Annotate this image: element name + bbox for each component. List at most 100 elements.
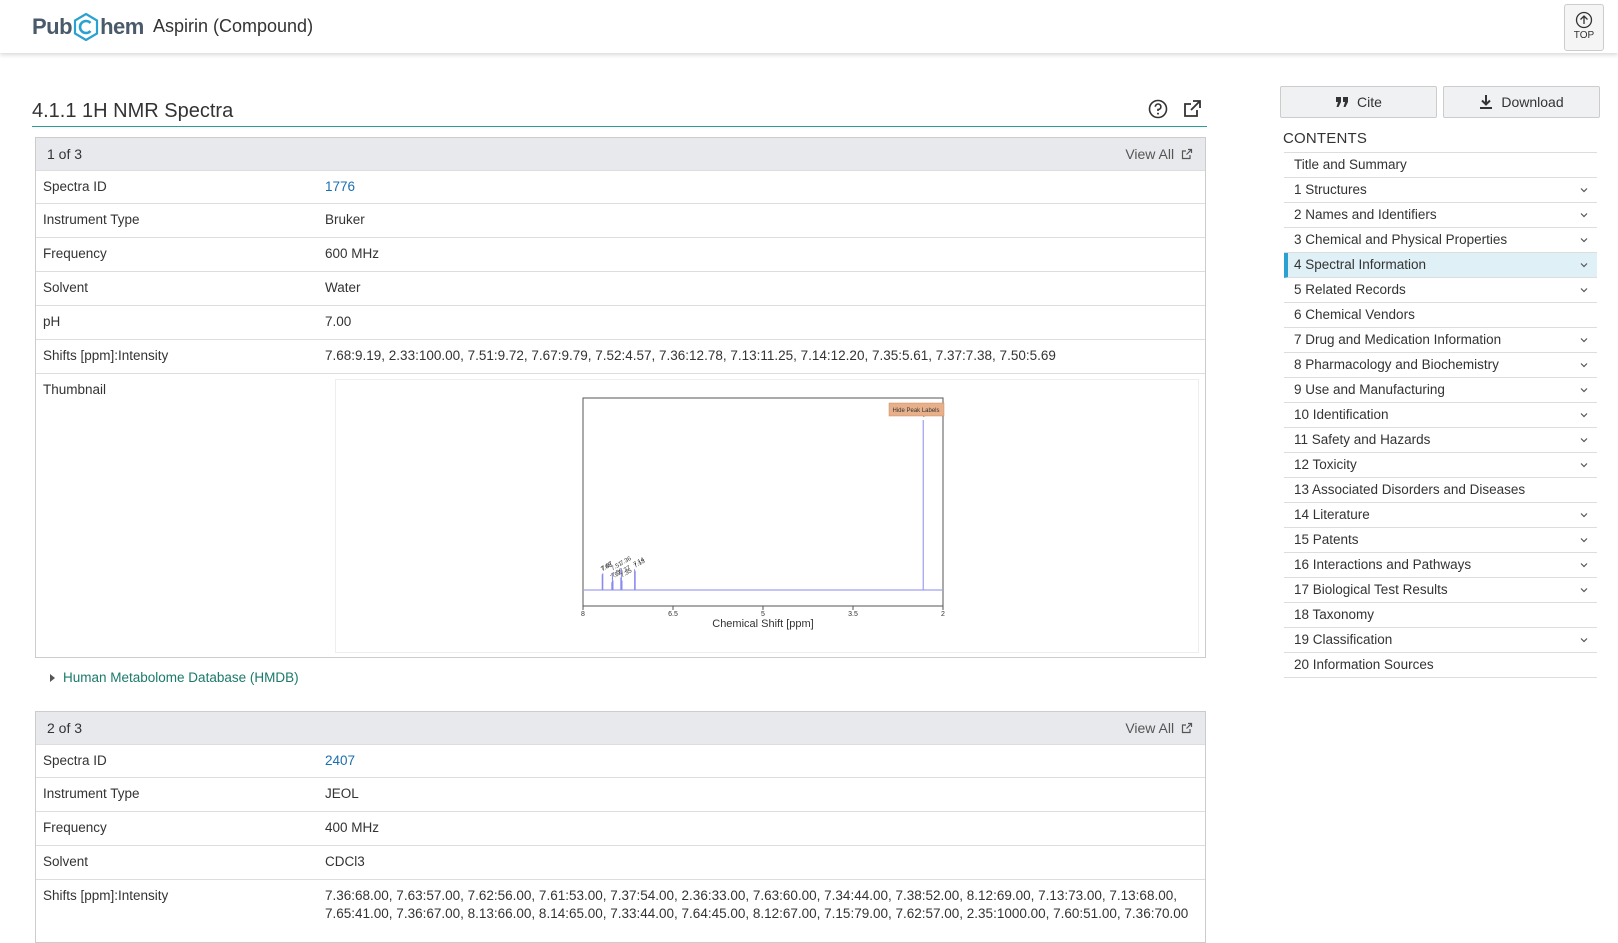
spectra-id-link[interactable]: 1776: [325, 179, 355, 194]
row-key: Instrument Type: [43, 212, 140, 227]
record-header: 2 of 3 View All: [36, 712, 1205, 744]
toc-item[interactable]: 14 Literature: [1284, 503, 1597, 528]
toc-item-label: 3 Chemical and Physical Properties: [1294, 232, 1508, 247]
toc-item[interactable]: 3 Chemical and Physical Properties: [1284, 228, 1597, 253]
logo-text-left: Pub: [32, 14, 73, 39]
toc-item-label: 6 Chemical Vendors: [1294, 307, 1415, 322]
view-all-link[interactable]: View All: [1125, 146, 1193, 162]
external-link-icon[interactable]: [1181, 98, 1203, 120]
table-row: Shifts [ppm]:Intensity 7.36:68.00, 7.63:…: [36, 879, 1205, 940]
toc-item[interactable]: 11 Safety and Hazards: [1284, 428, 1597, 453]
x-axis-label: Chemical Shift [ppm]: [712, 618, 813, 630]
section-title: 4.1.1 1H NMR Spectra: [32, 100, 234, 122]
toc-item[interactable]: 16 Interactions and Pathways: [1284, 553, 1597, 578]
cite-label: Cite: [1357, 94, 1382, 110]
table-of-contents: Title and Summary 1 Structures 2 Names and…: [1284, 152, 1597, 678]
toc-item[interactable]: 9 Use and Manufacturing: [1284, 378, 1597, 403]
chevron-down-icon[interactable]: [1579, 510, 1589, 520]
toc-item[interactable]: 10 Identification: [1284, 403, 1597, 428]
chevron-down-icon[interactable]: [1579, 210, 1589, 220]
toc-item[interactable]: 12 Toxicity: [1284, 453, 1597, 478]
chevron-down-icon[interactable]: [1579, 260, 1589, 270]
chevron-down-icon[interactable]: [1579, 360, 1589, 370]
toc-item-label: 4 Spectral Information: [1294, 257, 1427, 272]
toc-item[interactable]: 15 Patents: [1284, 528, 1597, 553]
pubchem-logo[interactable]: Pub hem: [32, 12, 144, 42]
scroll-top-button[interactable]: TOP: [1564, 4, 1604, 51]
chevron-down-icon[interactable]: [1579, 635, 1589, 645]
row-key: Spectra ID: [43, 753, 107, 768]
row-value: 7.36:68.00, 7.63:57.00, 7.62:56.00, 7.61…: [319, 880, 1205, 940]
chevron-down-icon[interactable]: [1579, 335, 1589, 345]
row-key: Thumbnail: [43, 382, 107, 397]
view-all-label: View All: [1125, 146, 1175, 162]
chevron-down-icon[interactable]: [1579, 585, 1589, 595]
chevron-down-icon[interactable]: [1579, 560, 1589, 570]
table-row: Frequency 400 MHz: [36, 811, 1205, 845]
row-key: Frequency: [43, 820, 107, 835]
download-button[interactable]: Download: [1443, 86, 1600, 118]
row-key: Instrument Type: [43, 786, 140, 801]
chevron-down-icon[interactable]: [1579, 385, 1589, 395]
chevron-down-icon[interactable]: [1579, 535, 1589, 545]
table-row: Spectra ID 1776: [36, 170, 1205, 203]
section-header: 4.1.1 1H NMR Spectra: [32, 98, 1207, 127]
chevron-down-icon[interactable]: [1579, 410, 1589, 420]
record-header: 1 of 3 View All: [36, 138, 1205, 170]
toc-item[interactable]: 4 Spectral Information: [1284, 253, 1597, 278]
toc-item[interactable]: 2 Names and Identifiers: [1284, 203, 1597, 228]
hexagon-c-icon: [73, 12, 99, 42]
x-tick-label: 6.5: [668, 611, 678, 618]
app-header: Pub hem Aspirin (Compound) TOP: [0, 0, 1618, 53]
chevron-down-icon[interactable]: [1579, 460, 1589, 470]
toc-item[interactable]: 1 Structures: [1284, 178, 1597, 203]
row-value: 400 MHz: [325, 820, 380, 835]
record-count: 2 of 3: [47, 720, 83, 736]
toc-item[interactable]: 8 Pharmacology and Biochemistry: [1284, 353, 1597, 378]
view-all-label: View All: [1125, 720, 1175, 736]
row-key: Solvent: [43, 854, 89, 869]
record-card-2: 2 of 3 View All Spectra ID 2407 Instrume…: [35, 711, 1206, 943]
row-value: 7.00: [325, 314, 352, 329]
toc-item[interactable]: 20 Information Sources: [1284, 653, 1597, 678]
toc-item[interactable]: 7 Drug and Medication Information: [1284, 328, 1597, 353]
chevron-down-icon[interactable]: [1579, 435, 1589, 445]
plot-frame: [582, 397, 944, 607]
chevron-down-icon[interactable]: [1579, 185, 1589, 195]
chevron-down-icon[interactable]: [1579, 285, 1589, 295]
row-key: Shifts [ppm]:Intensity: [43, 888, 169, 903]
toc-item[interactable]: 6 Chemical Vendors: [1284, 303, 1597, 328]
nmr-spectrum-chart: 7.687.677.527.517.507.377.367.357.147.13…: [581, 397, 945, 630]
toc-item-label: 17 Biological Test Results: [1294, 582, 1448, 597]
external-link-icon: [1181, 148, 1193, 160]
cite-button[interactable]: Cite: [1280, 86, 1437, 118]
row-key: Shifts [ppm]:Intensity: [43, 348, 169, 363]
x-tick-label: 8: [581, 611, 585, 618]
toc-item[interactable]: 5 Related Records: [1284, 278, 1597, 303]
x-tick-label: 3.5: [848, 611, 858, 618]
chevron-down-icon[interactable]: [1579, 235, 1589, 245]
help-icon[interactable]: [1147, 98, 1169, 120]
toc-item-label: 19 Classification: [1294, 632, 1393, 647]
table-row: Solvent CDCl3: [36, 845, 1205, 879]
x-tick-label: 5: [761, 611, 765, 618]
toc-item-label: 2 Names and Identifiers: [1294, 207, 1437, 222]
shifts-line-1: 7.36:68.00, 7.63:57.00, 7.62:56.00, 7.61…: [325, 888, 1177, 903]
spectra-id-link[interactable]: 2407: [325, 753, 355, 768]
source-label: Human Metabolome Database (HMDB): [63, 670, 299, 685]
toc-item-label: 15 Patents: [1294, 532, 1359, 547]
source-hmdb-toggle[interactable]: Human Metabolome Database (HMDB): [50, 670, 299, 685]
toc-item[interactable]: Title and Summary: [1284, 153, 1597, 178]
toc-item-label: 8 Pharmacology and Biochemistry: [1294, 357, 1499, 372]
toc-item-label: 10 Identification: [1294, 407, 1389, 422]
toc-item[interactable]: 17 Biological Test Results: [1284, 578, 1597, 603]
row-value: 7.68:9.19, 2.33:100.00, 7.51:9.72, 7.67:…: [325, 348, 1056, 363]
toc-item[interactable]: 19 Classification: [1284, 628, 1597, 653]
download-label: Download: [1501, 94, 1564, 110]
toc-item-label: 11 Safety and Hazards: [1294, 432, 1431, 447]
toc-item[interactable]: 18 Taxonomy: [1284, 603, 1597, 628]
logo-text-right: hem: [100, 14, 144, 39]
toc-item[interactable]: 13 Associated Disorders and Diseases: [1284, 478, 1597, 503]
view-all-link[interactable]: View All: [1125, 720, 1193, 736]
toc-item-label: Title and Summary: [1294, 157, 1407, 172]
